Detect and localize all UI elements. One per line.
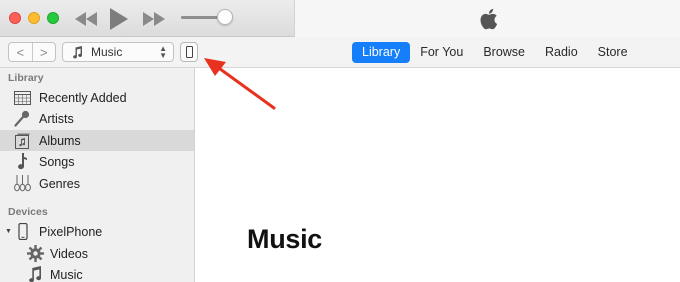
annotation-arrow (204, 58, 276, 110)
